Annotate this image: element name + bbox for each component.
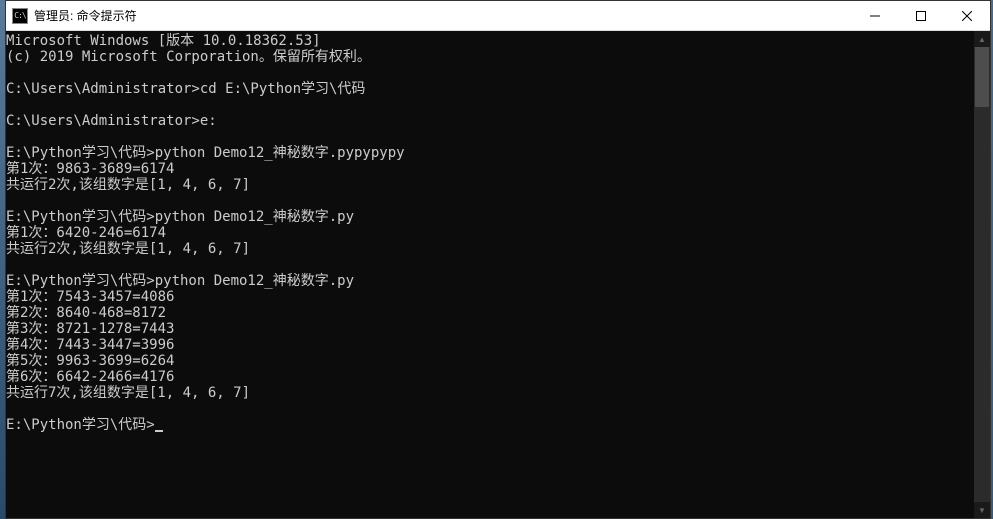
maximize-button[interactable] bbox=[898, 1, 944, 30]
scroll-down-button[interactable]: ▼ bbox=[974, 502, 990, 518]
minimize-button[interactable] bbox=[852, 1, 898, 30]
terminal-output[interactable]: Microsoft Windows [版本 10.0.18362.53] (c)… bbox=[6, 31, 974, 518]
terminal-cursor bbox=[155, 430, 163, 432]
scroll-up-button[interactable]: ▲ bbox=[974, 31, 990, 47]
minimize-icon bbox=[870, 11, 880, 21]
close-button[interactable] bbox=[944, 1, 990, 30]
close-icon bbox=[962, 11, 972, 21]
window-title: 管理员: 命令提示符 bbox=[34, 7, 852, 24]
scroll-track[interactable] bbox=[974, 47, 990, 502]
window-controls bbox=[852, 1, 990, 30]
cmd-window: C:\ 管理员: 命令提示符 Microsoft Windows [版本 10.… bbox=[5, 0, 991, 519]
vertical-scrollbar[interactable]: ▲ ▼ bbox=[974, 31, 990, 518]
cmd-icon: C:\ bbox=[12, 8, 28, 24]
titlebar[interactable]: C:\ 管理员: 命令提示符 bbox=[6, 1, 990, 31]
terminal-container: Microsoft Windows [版本 10.0.18362.53] (c)… bbox=[6, 31, 990, 518]
scroll-thumb[interactable] bbox=[975, 47, 989, 107]
maximize-icon bbox=[916, 11, 926, 21]
